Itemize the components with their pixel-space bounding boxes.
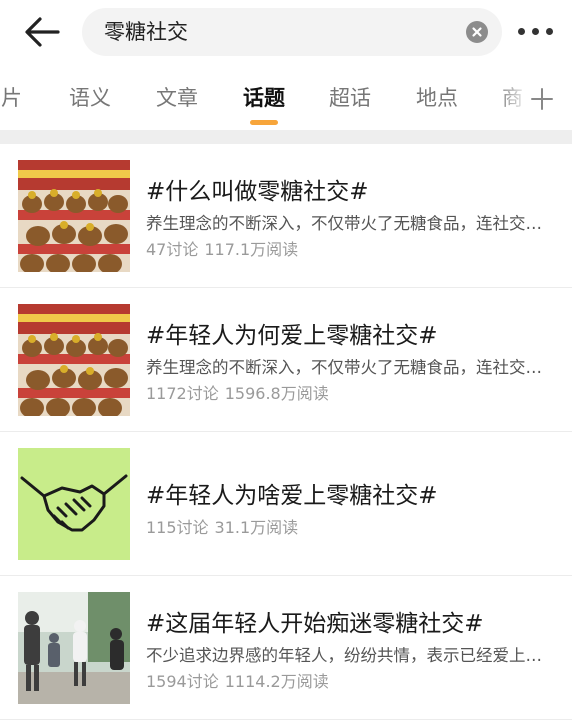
topic-stats: 1594讨论 1114.2万阅读 — [146, 668, 329, 692]
topic-description: 养生理念的不断深入，不仅带火了无糖食品，连社交也开始讲究零糖了 — [146, 214, 556, 233]
tab-semantic[interactable]: 语义 — [69, 72, 111, 124]
discussion-count: 47讨论 — [146, 240, 199, 259]
friends-walking-thumbnail — [18, 592, 130, 704]
tab-bar: 图片 语义 文章 话题 超话 地点 商 — [0, 72, 572, 128]
read-count: 31.1万阅读 — [214, 518, 299, 537]
handshake-icon — [18, 448, 130, 560]
topic-item[interactable]: #这届年轻人开始痴迷零糖社交# 不少追求边界感的年轻人，纷纷共情，表示已经爱上这… — [0, 576, 572, 720]
read-count: 1596.8万阅读 — [224, 384, 329, 403]
tab-images[interactable]: 图片 — [0, 72, 22, 124]
read-count: 117.1万阅读 — [204, 240, 299, 259]
tab-places[interactable]: 地点 — [416, 72, 458, 124]
active-tab-indicator — [250, 120, 278, 125]
search-box[interactable]: 零糖社交 — [82, 8, 502, 56]
section-divider — [0, 130, 572, 144]
discussion-count: 1172讨论 — [146, 384, 219, 403]
more-dots-icon[interactable] — [518, 28, 554, 36]
topic-description: 不少追求边界感的年轻人，纷纷共情，表示已经爱上这种社交方式 — [146, 646, 556, 665]
read-count: 1114.2万阅读 — [224, 672, 329, 691]
top-bar: 零糖社交 — [0, 0, 572, 64]
topic-title: #年轻人为啥爱上零糖社交# — [146, 483, 438, 509]
clear-icon[interactable] — [466, 21, 488, 43]
topic-item[interactable]: #年轻人为啥爱上零糖社交# 115讨论 31.1万阅读 — [0, 432, 572, 576]
discussion-count: 1594讨论 — [146, 672, 219, 691]
topic-item[interactable]: #年轻人为何爱上零糖社交# 养生理念的不断深入，不仅带火了无糖食品，连社交也开始… — [0, 288, 572, 432]
topic-description: 养生理念的不断深入，不仅带火了无糖食品，连社交也开始讲究零糖了 — [146, 358, 556, 377]
tab-articles[interactable]: 文章 — [156, 72, 198, 124]
topic-title: #年轻人为何爱上零糖社交# — [146, 323, 438, 349]
tab-topics[interactable]: 话题 — [243, 72, 285, 124]
topic-title: #什么叫做零糖社交# — [146, 179, 369, 205]
topic-stats: 1172讨论 1596.8万阅读 — [146, 380, 329, 404]
topic-stats: 47讨论 117.1万阅读 — [146, 236, 298, 260]
back-arrow-icon[interactable] — [22, 14, 62, 50]
topic-list: #什么叫做零糖社交# 养生理念的不断深入，不仅带火了无糖食品，连社交也开始讲究零… — [0, 144, 572, 720]
capybara-plush-thumbnail — [18, 304, 130, 416]
plus-icon[interactable] — [531, 88, 553, 110]
topic-title: #这届年轻人开始痴迷零糖社交# — [146, 611, 484, 637]
topic-item[interactable]: #什么叫做零糖社交# 养生理念的不断深入，不仅带火了无糖食品，连社交也开始讲究零… — [0, 144, 572, 288]
tab-super-topics[interactable]: 超话 — [329, 72, 371, 124]
discussion-count: 115讨论 — [146, 518, 209, 537]
search-query[interactable]: 零糖社交 — [104, 8, 188, 56]
topic-stats: 115讨论 31.1万阅读 — [146, 514, 298, 538]
capybara-plush-thumbnail — [18, 160, 130, 272]
